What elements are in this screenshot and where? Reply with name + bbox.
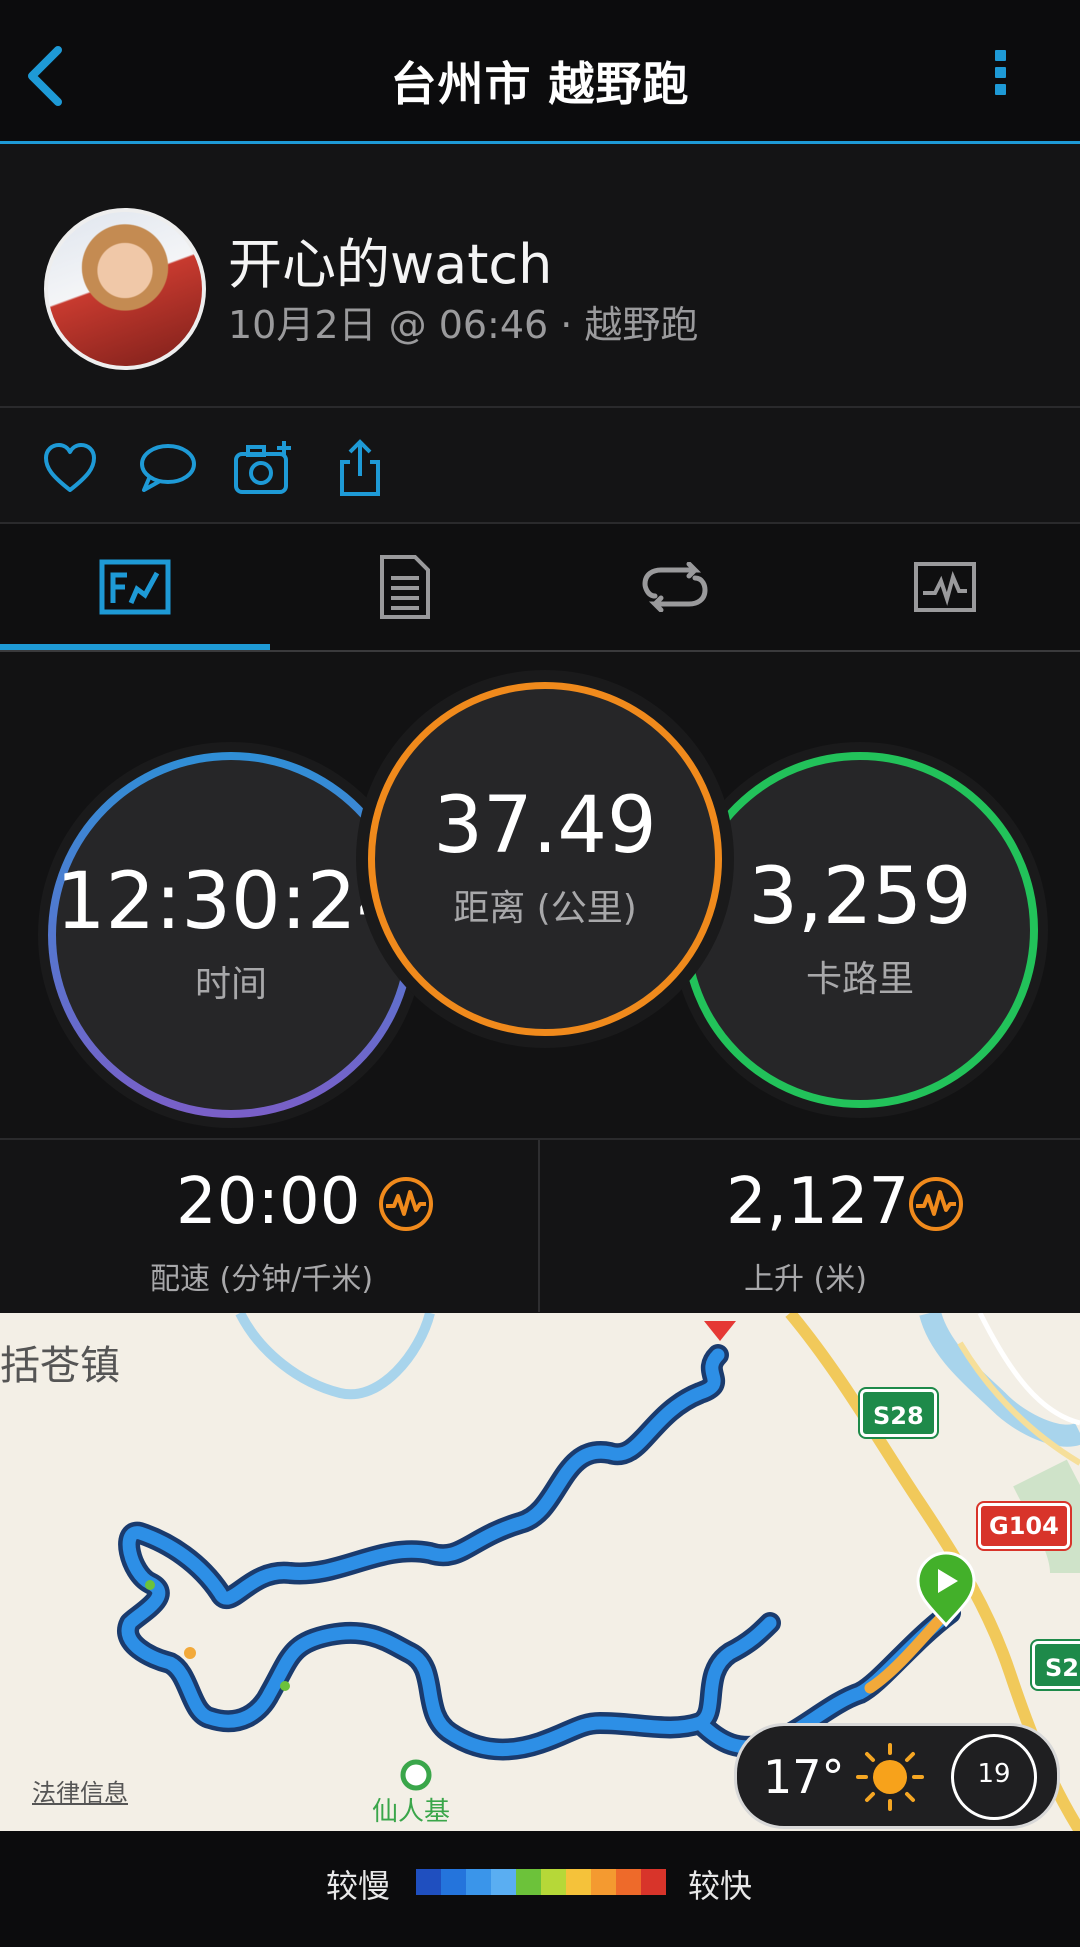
legend-swatch: [416, 1869, 441, 1895]
road-badge: S28: [860, 1389, 937, 1437]
sun-icon: [856, 1743, 924, 1811]
legend-color-bar: [416, 1869, 666, 1895]
wind-indicator: 19: [951, 1734, 1037, 1820]
legend-swatch: [616, 1869, 641, 1895]
pace-graph-button[interactable]: [378, 1176, 434, 1232]
road-badge: G104: [978, 1503, 1070, 1549]
top-bar: 台州市 越野跑: [0, 0, 1080, 144]
legend-swatch: [516, 1869, 541, 1895]
like-button[interactable]: [40, 438, 100, 498]
document-list-icon: [380, 555, 430, 619]
legend-swatch: [641, 1869, 666, 1895]
camera-add-icon: [234, 441, 291, 494]
summary-chart-icon: [99, 559, 171, 615]
time-value: 12:30:24: [55, 857, 407, 947]
pace-value: 20:00: [176, 1165, 361, 1239]
add-photo-button[interactable]: [232, 438, 292, 498]
tab-charts[interactable]: [810, 524, 1080, 650]
activity-owner: 开心的watch 10月2日 @ 06:46 · 越野跑: [0, 144, 1080, 408]
laps-loop-icon: [642, 562, 708, 612]
activity-graph-icon: [914, 562, 976, 612]
legend-swatch: [466, 1869, 491, 1895]
legend-swatch: [566, 1869, 591, 1895]
tab-laps[interactable]: [540, 524, 810, 650]
avatar[interactable]: [44, 208, 206, 370]
legend-swatch: [441, 1869, 466, 1895]
town-label: 括苍镇: [0, 1343, 120, 1389]
legend-swatch: [541, 1869, 566, 1895]
ascent-value: 2,127: [726, 1165, 910, 1239]
road-badge: S28: [1032, 1641, 1080, 1689]
pulse-wave-icon: [379, 1177, 433, 1231]
activity-meta: 10月2日 @ 06:46 · 越野跑: [228, 303, 699, 347]
ascent-graph-button[interactable]: [908, 1176, 964, 1232]
legal-info-link[interactable]: 法律信息: [32, 1773, 128, 1808]
page-title: 台州市 越野跑: [390, 57, 690, 111]
action-bar: [0, 408, 1080, 524]
legend-swatch: [491, 1869, 516, 1895]
legend-fast-label: 较快: [688, 1867, 753, 1905]
active-tab-indicator: [0, 644, 270, 650]
distance-label: 距离 (公里): [453, 888, 637, 929]
temperature: 17°: [763, 1750, 845, 1804]
start-marker-icon: [916, 1551, 976, 1628]
wind-speed: 19: [977, 1759, 1011, 1789]
username[interactable]: 开心的watch: [228, 220, 552, 299]
tab-summary[interactable]: [0, 524, 270, 650]
tab-bar: [0, 524, 1080, 652]
time-label: 时间: [194, 964, 267, 1005]
pulse-wave-icon: [909, 1177, 963, 1231]
legend-slow-label: 较慢: [326, 1867, 391, 1905]
ascent-label: 上升 (米): [744, 1262, 867, 1297]
more-options-button[interactable]: [980, 44, 1020, 114]
share-icon: [340, 439, 380, 496]
poi-label: 仙人基: [372, 1797, 451, 1827]
calories-stat[interactable]: 3,259 卡路里: [682, 752, 1038, 1108]
route-map[interactable]: 括苍镇 仙人基 法律信息 S28 G104 S28 17° 19: [0, 1313, 1080, 1831]
distance-value: 37.49: [433, 781, 657, 871]
distance-stat[interactable]: 37.49 距离 (公里): [368, 682, 722, 1036]
calories-value: 3,259: [748, 852, 972, 942]
comment-button[interactable]: [136, 438, 196, 498]
legend-swatch: [591, 1869, 616, 1895]
weather-widget[interactable]: 17° 19: [734, 1723, 1060, 1829]
metrics-divider: [538, 1140, 540, 1312]
calories-label: 卡路里: [805, 959, 914, 1000]
pace-legend: 较慢 较快: [0, 1831, 1080, 1947]
vertical-dots-icon: [980, 50, 1020, 95]
heart-icon: [44, 443, 96, 492]
time-stat[interactable]: 12:30:24 时间: [48, 752, 414, 1118]
pace-label: 配速 (分钟/千米): [150, 1262, 374, 1297]
share-button[interactable]: [330, 438, 390, 498]
tab-details[interactable]: [270, 524, 540, 650]
comment-icon: [140, 444, 196, 492]
